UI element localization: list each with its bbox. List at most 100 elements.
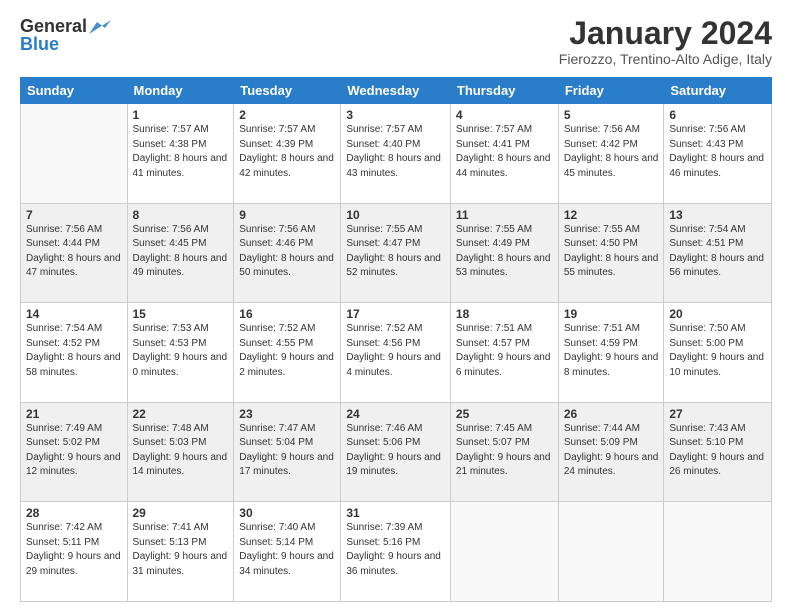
day-info: Sunrise: 7:41 AMSunset: 5:13 PMDaylight:… xyxy=(133,521,229,579)
day-info: Sunrise: 7:47 AMSunset: 5:04 PMDaylight:… xyxy=(239,422,335,480)
day-number: 20 xyxy=(669,307,766,321)
day-cell: 28Sunrise: 7:42 AMSunset: 5:11 PMDayligh… xyxy=(21,502,128,602)
day-cell: 24Sunrise: 7:46 AMSunset: 5:06 PMDayligh… xyxy=(341,402,451,502)
page: General Blue January 2024 Fierozzo, Tren… xyxy=(0,0,792,612)
day-cell: 29Sunrise: 7:41 AMSunset: 5:13 PMDayligh… xyxy=(127,502,234,602)
day-info: Sunrise: 7:42 AMSunset: 5:11 PMDaylight:… xyxy=(26,521,122,579)
day-number: 12 xyxy=(564,208,659,222)
week-row-5: 28Sunrise: 7:42 AMSunset: 5:11 PMDayligh… xyxy=(21,502,772,602)
day-cell xyxy=(450,502,558,602)
day-number: 18 xyxy=(456,307,553,321)
header-row: SundayMondayTuesdayWednesdayThursdayFrid… xyxy=(21,78,772,104)
day-cell: 1Sunrise: 7:57 AMSunset: 4:38 PMDaylight… xyxy=(127,104,234,204)
day-info: Sunrise: 7:54 AMSunset: 4:51 PMDaylight:… xyxy=(669,223,766,281)
day-cell: 26Sunrise: 7:44 AMSunset: 5:09 PMDayligh… xyxy=(558,402,664,502)
day-number: 25 xyxy=(456,407,553,421)
week-row-3: 14Sunrise: 7:54 AMSunset: 4:52 PMDayligh… xyxy=(21,303,772,403)
day-number: 28 xyxy=(26,506,122,520)
day-info: Sunrise: 7:57 AMSunset: 4:39 PMDaylight:… xyxy=(239,123,335,181)
day-cell xyxy=(664,502,772,602)
day-number: 10 xyxy=(346,208,445,222)
day-info: Sunrise: 7:49 AMSunset: 5:02 PMDaylight:… xyxy=(26,422,122,480)
day-info: Sunrise: 7:57 AMSunset: 4:41 PMDaylight:… xyxy=(456,123,553,181)
day-info: Sunrise: 7:56 AMSunset: 4:43 PMDaylight:… xyxy=(669,123,766,181)
day-info: Sunrise: 7:51 AMSunset: 4:57 PMDaylight:… xyxy=(456,322,553,380)
day-number: 1 xyxy=(133,108,229,122)
day-cell: 21Sunrise: 7:49 AMSunset: 5:02 PMDayligh… xyxy=(21,402,128,502)
week-row-2: 7Sunrise: 7:56 AMSunset: 4:44 PMDaylight… xyxy=(21,203,772,303)
calendar-table: SundayMondayTuesdayWednesdayThursdayFrid… xyxy=(20,77,772,602)
day-cell: 31Sunrise: 7:39 AMSunset: 5:16 PMDayligh… xyxy=(341,502,451,602)
day-number: 26 xyxy=(564,407,659,421)
day-info: Sunrise: 7:51 AMSunset: 4:59 PMDaylight:… xyxy=(564,322,659,380)
header: General Blue January 2024 Fierozzo, Tren… xyxy=(20,16,772,67)
day-number: 17 xyxy=(346,307,445,321)
day-info: Sunrise: 7:56 AMSunset: 4:46 PMDaylight:… xyxy=(239,223,335,281)
day-number: 24 xyxy=(346,407,445,421)
day-info: Sunrise: 7:39 AMSunset: 5:16 PMDaylight:… xyxy=(346,521,445,579)
day-number: 22 xyxy=(133,407,229,421)
day-cell: 16Sunrise: 7:52 AMSunset: 4:55 PMDayligh… xyxy=(234,303,341,403)
day-info: Sunrise: 7:48 AMSunset: 5:03 PMDaylight:… xyxy=(133,422,229,480)
day-number: 29 xyxy=(133,506,229,520)
day-info: Sunrise: 7:45 AMSunset: 5:07 PMDaylight:… xyxy=(456,422,553,480)
day-cell: 5Sunrise: 7:56 AMSunset: 4:42 PMDaylight… xyxy=(558,104,664,204)
logo: General Blue xyxy=(20,16,111,55)
day-number: 23 xyxy=(239,407,335,421)
day-cell xyxy=(21,104,128,204)
day-number: 30 xyxy=(239,506,335,520)
col-header-thursday: Thursday xyxy=(450,78,558,104)
day-info: Sunrise: 7:56 AMSunset: 4:44 PMDaylight:… xyxy=(26,223,122,281)
col-header-saturday: Saturday xyxy=(664,78,772,104)
col-header-friday: Friday xyxy=(558,78,664,104)
day-cell: 3Sunrise: 7:57 AMSunset: 4:40 PMDaylight… xyxy=(341,104,451,204)
day-number: 16 xyxy=(239,307,335,321)
day-number: 15 xyxy=(133,307,229,321)
day-number: 7 xyxy=(26,208,122,222)
col-header-tuesday: Tuesday xyxy=(234,78,341,104)
day-number: 8 xyxy=(133,208,229,222)
day-number: 19 xyxy=(564,307,659,321)
day-info: Sunrise: 7:57 AMSunset: 4:38 PMDaylight:… xyxy=(133,123,229,181)
day-info: Sunrise: 7:55 AMSunset: 4:47 PMDaylight:… xyxy=(346,223,445,281)
day-info: Sunrise: 7:55 AMSunset: 4:50 PMDaylight:… xyxy=(564,223,659,281)
day-number: 5 xyxy=(564,108,659,122)
day-number: 9 xyxy=(239,208,335,222)
day-cell: 23Sunrise: 7:47 AMSunset: 5:04 PMDayligh… xyxy=(234,402,341,502)
day-cell: 6Sunrise: 7:56 AMSunset: 4:43 PMDaylight… xyxy=(664,104,772,204)
day-cell: 11Sunrise: 7:55 AMSunset: 4:49 PMDayligh… xyxy=(450,203,558,303)
day-cell: 10Sunrise: 7:55 AMSunset: 4:47 PMDayligh… xyxy=(341,203,451,303)
day-cell: 22Sunrise: 7:48 AMSunset: 5:03 PMDayligh… xyxy=(127,402,234,502)
day-number: 3 xyxy=(346,108,445,122)
day-cell: 8Sunrise: 7:56 AMSunset: 4:45 PMDaylight… xyxy=(127,203,234,303)
day-number: 13 xyxy=(669,208,766,222)
logo-blue: Blue xyxy=(20,34,59,55)
day-info: Sunrise: 7:57 AMSunset: 4:40 PMDaylight:… xyxy=(346,123,445,181)
day-cell: 18Sunrise: 7:51 AMSunset: 4:57 PMDayligh… xyxy=(450,303,558,403)
day-number: 14 xyxy=(26,307,122,321)
week-row-1: 1Sunrise: 7:57 AMSunset: 4:38 PMDaylight… xyxy=(21,104,772,204)
day-info: Sunrise: 7:54 AMSunset: 4:52 PMDaylight:… xyxy=(26,322,122,380)
col-header-monday: Monday xyxy=(127,78,234,104)
calendar-subtitle: Fierozzo, Trentino-Alto Adige, Italy xyxy=(559,51,772,67)
day-number: 21 xyxy=(26,407,122,421)
calendar-title: January 2024 xyxy=(559,16,772,51)
day-cell: 14Sunrise: 7:54 AMSunset: 4:52 PMDayligh… xyxy=(21,303,128,403)
day-info: Sunrise: 7:52 AMSunset: 4:56 PMDaylight:… xyxy=(346,322,445,380)
day-cell: 7Sunrise: 7:56 AMSunset: 4:44 PMDaylight… xyxy=(21,203,128,303)
day-cell: 30Sunrise: 7:40 AMSunset: 5:14 PMDayligh… xyxy=(234,502,341,602)
calendar-body: 1Sunrise: 7:57 AMSunset: 4:38 PMDaylight… xyxy=(21,104,772,602)
title-block: January 2024 Fierozzo, Trentino-Alto Adi… xyxy=(559,16,772,67)
logo-icon xyxy=(89,20,111,36)
day-info: Sunrise: 7:55 AMSunset: 4:49 PMDaylight:… xyxy=(456,223,553,281)
day-cell: 2Sunrise: 7:57 AMSunset: 4:39 PMDaylight… xyxy=(234,104,341,204)
day-cell: 17Sunrise: 7:52 AMSunset: 4:56 PMDayligh… xyxy=(341,303,451,403)
day-info: Sunrise: 7:53 AMSunset: 4:53 PMDaylight:… xyxy=(133,322,229,380)
day-info: Sunrise: 7:40 AMSunset: 5:14 PMDaylight:… xyxy=(239,521,335,579)
day-cell: 27Sunrise: 7:43 AMSunset: 5:10 PMDayligh… xyxy=(664,402,772,502)
day-cell xyxy=(558,502,664,602)
day-info: Sunrise: 7:56 AMSunset: 4:45 PMDaylight:… xyxy=(133,223,229,281)
day-cell: 15Sunrise: 7:53 AMSunset: 4:53 PMDayligh… xyxy=(127,303,234,403)
day-number: 11 xyxy=(456,208,553,222)
day-number: 4 xyxy=(456,108,553,122)
